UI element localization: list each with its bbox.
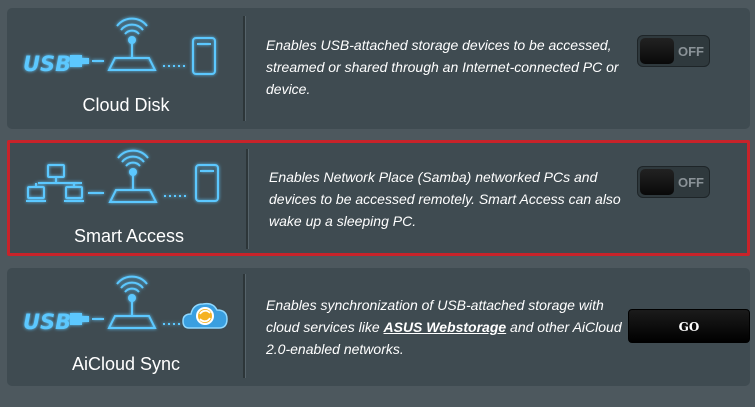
toggle-state-label: OFF [678, 44, 704, 59]
cloud-disk-toggle[interactable]: OFF [637, 35, 710, 67]
divider [243, 274, 246, 378]
cloud-disk-description: Enables USB-attached storage devices to … [266, 37, 619, 97]
toggle-knob [640, 38, 674, 64]
network-pcs-icon [26, 164, 84, 202]
toggle-state-label: OFF [678, 175, 704, 190]
asus-webstorage-link[interactable]: ASUS Webstorage [384, 319, 507, 335]
usb-logo-icon: USB [23, 310, 89, 334]
phone-icon [195, 164, 219, 202]
usb-logo-icon: USB [23, 52, 89, 76]
aicloud-sync-title: AiCloud Sync [71, 354, 181, 374]
svg-text:USB: USB [23, 310, 71, 334]
aicloud-sync-description: Enables synchronization of USB-attached … [266, 294, 631, 360]
smart-access-description: Enables Network Place (Samba) networked … [269, 169, 621, 229]
aicloud-sync-go-button[interactable]: GO [628, 309, 750, 343]
cloud-disk-illustration: USB Cloud Disk [7, 8, 245, 129]
divider [246, 149, 249, 249]
cloud-disk-panel: USB Cloud Disk Enables USB-attached stor… [7, 8, 750, 129]
divider [243, 16, 246, 121]
smart-access-toggle[interactable]: OFF [637, 166, 710, 198]
router-icon [107, 275, 157, 329]
aicloud-sync-panel: USB AiCloud Sync Enables synchronization… [7, 268, 750, 386]
cloud-sync-icon [182, 302, 228, 329]
toggle-knob [640, 169, 674, 195]
router-icon [107, 17, 157, 71]
router-icon [108, 149, 158, 203]
svg-text:USB: USB [23, 52, 71, 76]
phone-icon [192, 37, 216, 75]
smart-access-illustration: Smart Access [10, 143, 248, 253]
smart-access-panel: Smart Access Enables Network Place (Samb… [7, 140, 750, 256]
cloud-disk-title: Cloud Disk [82, 95, 170, 115]
aicloud-sync-illustration: USB AiCloud Sync [7, 268, 245, 386]
smart-access-title: Smart Access [73, 226, 185, 246]
